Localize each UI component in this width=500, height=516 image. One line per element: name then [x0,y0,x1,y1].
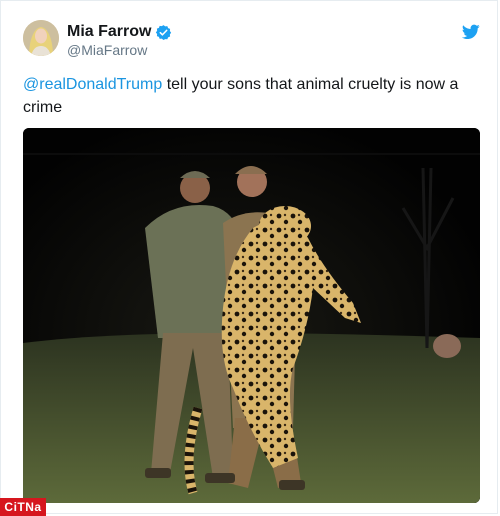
twitter-bird-icon[interactable] [461,24,480,40]
name-row: Mia Farrow [67,22,172,42]
watermark-logo: CiTNa [0,498,46,516]
mention-link[interactable]: @realDonaldTrump [23,76,162,93]
display-name[interactable]: Mia Farrow [67,23,151,41]
tweet-header: Mia Farrow @MiaFarrow [23,20,483,62]
tweet-photo[interactable] [23,128,480,503]
tweet-card: Mia Farrow @MiaFarrow @realDonaldTrump t… [0,0,498,514]
handle[interactable]: @MiaFarrow [67,42,147,58]
avatar[interactable] [23,20,59,56]
tweet-text: @realDonaldTrump tell your sons that ani… [23,73,478,119]
verified-badge-icon [155,24,172,41]
